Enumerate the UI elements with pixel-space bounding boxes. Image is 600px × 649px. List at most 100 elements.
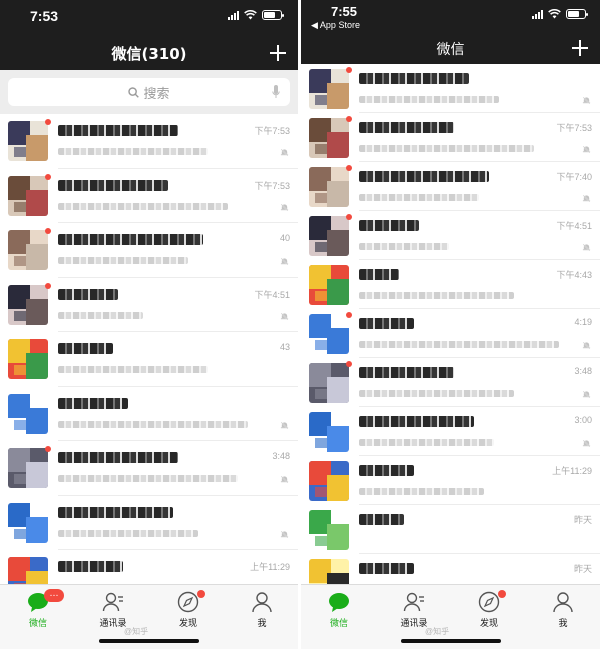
chat-row[interactable]: 昨天	[301, 554, 600, 584]
microphone-icon[interactable]	[272, 85, 280, 99]
avatar	[8, 557, 48, 584]
chat-name-redacted	[359, 121, 454, 133]
tab-bar: 微信 通讯录 发现 我 @知乎	[301, 584, 600, 649]
home-indicator[interactable]	[99, 639, 199, 643]
chat-time: 3:00	[574, 414, 592, 425]
message-preview-redacted	[359, 242, 449, 250]
message-preview-redacted	[58, 257, 188, 265]
search-placeholder: 搜索	[143, 86, 170, 102]
unread-dot	[346, 360, 352, 367]
person-icon	[552, 591, 574, 613]
tab-contacts[interactable]: 通讯录	[384, 591, 444, 629]
chat-name-redacted	[58, 234, 203, 246]
tab-discover[interactable]: 发现	[459, 590, 519, 629]
chat-row[interactable]: 3:48	[301, 358, 600, 407]
new-badge	[197, 590, 205, 598]
mute-bell-icon	[582, 96, 591, 104]
chat-row[interactable]: 上午11:29	[301, 456, 600, 505]
chat-row[interactable]: 4:19	[301, 309, 600, 358]
chat-row[interactable]: 下午7:53	[0, 114, 298, 169]
page-title: 微信(310)	[111, 45, 187, 63]
unread-dot	[346, 115, 352, 122]
chat-name-redacted	[359, 317, 414, 329]
message-preview-redacted	[58, 311, 143, 319]
chat-time: 3:48	[574, 365, 592, 376]
nav-bar: 7:55 ◀ App Store 微信	[301, 0, 600, 64]
chat-row[interactable]	[0, 387, 298, 441]
tab-label: 发现	[479, 619, 498, 629]
chat-list[interactable]: 下午7:53 下午7:53 40 下午4:51 43 3:48 上午11:29	[0, 114, 298, 584]
message-preview-redacted	[359, 340, 559, 348]
chat-row[interactable]: 43	[0, 332, 298, 387]
mute-bell-icon	[582, 439, 591, 447]
nav-bar: 7:53 微信(310)	[0, 0, 298, 70]
chat-name-redacted	[58, 343, 113, 355]
chat-name-redacted	[359, 72, 469, 84]
chat-row[interactable]: 40	[0, 223, 298, 278]
unread-dot	[346, 311, 352, 318]
home-indicator[interactable]	[400, 639, 501, 643]
message-preview-redacted	[359, 438, 494, 446]
chat-name-redacted	[58, 179, 168, 191]
chat-name-redacted	[58, 125, 178, 137]
chat-name-redacted	[359, 170, 489, 182]
mute-bell-icon	[280, 475, 289, 484]
chat-row[interactable]	[0, 496, 298, 550]
chat-row[interactable]: 3:48	[0, 441, 298, 496]
chat-time: 4:19	[574, 316, 592, 327]
avatar	[309, 313, 349, 354]
chat-row[interactable]: 下午4:43	[301, 260, 600, 309]
mute-bell-icon	[280, 257, 289, 266]
chat-time: 下午7:53	[556, 122, 592, 133]
unread-dot	[346, 213, 352, 220]
compass-icon	[177, 591, 199, 613]
chat-row[interactable]: 下午7:40	[301, 162, 600, 211]
chat-row[interactable]: 下午7:53	[0, 169, 298, 223]
tab-chats[interactable]: 微信	[309, 591, 369, 629]
chat-list[interactable]: 下午7:53 下午7:40 下午4:51 下午4:43 4:19 3:48 3:00 上午11…	[301, 64, 600, 584]
search-bar[interactable]: 搜索	[8, 78, 290, 106]
chat-row[interactable]: 下午4:51	[301, 211, 600, 260]
add-button[interactable]	[572, 40, 588, 56]
message-preview-redacted	[58, 420, 248, 428]
avatar	[8, 502, 48, 543]
status-icons	[532, 9, 588, 19]
add-button[interactable]	[270, 45, 286, 61]
chat-time: 昨天	[573, 563, 592, 574]
chat-row[interactable]: 下午4:51	[0, 278, 298, 332]
mute-bell-icon	[582, 341, 591, 349]
left-phone-screen: 7:53 微信(310) 搜索 下午7:53 下午7:53 40 下午4:51 43 3:…	[0, 0, 298, 649]
chat-row[interactable]: 下午7:53	[301, 113, 600, 162]
chat-row[interactable]: 上午11:29	[0, 550, 298, 584]
tab-label: 发现	[178, 619, 197, 629]
chat-time: 昨天	[573, 514, 592, 525]
tab-contacts[interactable]: 通讯录	[83, 591, 143, 629]
tab-discover[interactable]: 发现	[158, 590, 218, 629]
wifi-icon	[548, 9, 561, 19]
chat-time: 43	[279, 342, 290, 353]
status-time: 7:55	[331, 4, 358, 19]
tab-me[interactable]: 我	[232, 591, 292, 629]
chat-row[interactable]: 昨天	[301, 505, 600, 554]
tab-me[interactable]: 我	[533, 591, 593, 629]
avatar	[8, 284, 48, 325]
chat-row[interactable]	[301, 64, 600, 113]
status-icons	[228, 10, 284, 20]
avatar	[309, 215, 349, 256]
unread-dot	[346, 66, 352, 73]
wifi-icon	[244, 10, 257, 20]
chat-name-redacted	[58, 397, 128, 409]
mute-bell-icon	[280, 203, 289, 212]
message-preview-redacted	[58, 202, 228, 210]
avatar	[309, 460, 349, 501]
back-to-app-store-link[interactable]: ◀ App Store	[311, 20, 360, 31]
tab-label: 微信	[28, 619, 47, 629]
chat-row[interactable]: 3:00	[301, 407, 600, 456]
avatar	[309, 264, 349, 305]
mute-bell-icon	[280, 312, 289, 321]
avatar	[8, 393, 48, 434]
tab-label: 微信	[329, 619, 348, 629]
tab-chats[interactable]: … 微信	[8, 589, 68, 629]
avatar	[8, 121, 48, 162]
chat-time: 40	[279, 233, 290, 244]
